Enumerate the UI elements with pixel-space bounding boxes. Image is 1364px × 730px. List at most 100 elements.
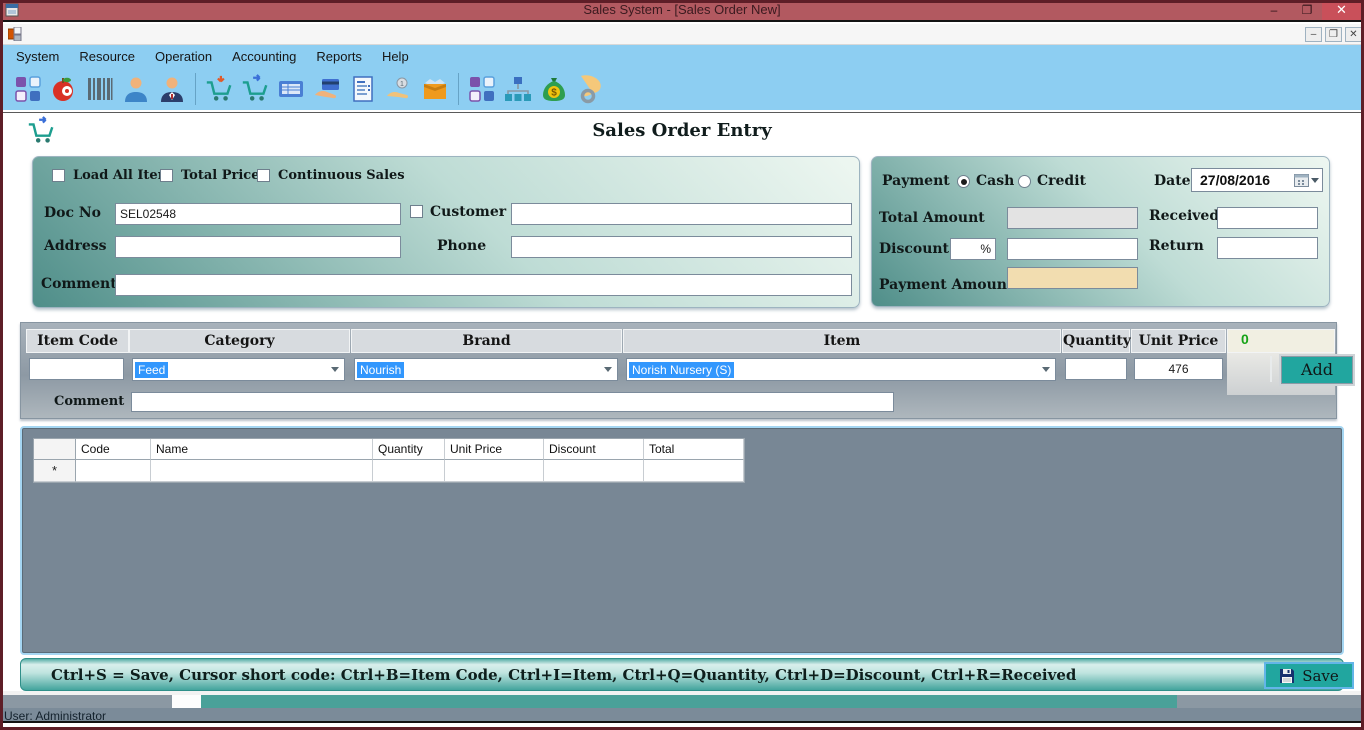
total-price-label: Total Price	[181, 168, 260, 183]
quantity-header: Quantity	[1062, 329, 1130, 353]
order-grid-panel: Code Name Quantity Unit Price Discount T…	[20, 426, 1344, 655]
new-row-marker: *	[34, 460, 76, 482]
item-comment-label: Comment	[54, 394, 124, 409]
invoice-card-icon[interactable]	[276, 74, 306, 104]
horizontal-scrollbar[interactable]	[0, 695, 1364, 708]
barcode-icon[interactable]	[85, 74, 115, 104]
comment-input[interactable]	[115, 274, 852, 296]
chevron-down-icon	[331, 367, 339, 372]
order-items-grid[interactable]: Code Name Quantity Unit Price Discount T…	[33, 438, 745, 483]
item-comment-input[interactable]	[131, 392, 894, 412]
received-input[interactable]	[1217, 207, 1318, 229]
add-button[interactable]: Add	[1281, 356, 1353, 384]
brand-select[interactable]: Nourish	[354, 358, 618, 381]
col-total[interactable]: Total	[644, 439, 744, 460]
hand-credit-card-icon[interactable]	[312, 74, 342, 104]
mdi-close-button[interactable]: ✕	[1345, 27, 1362, 42]
discount-percent-input[interactable]	[950, 238, 996, 260]
item-entry-panel: Item Code Category Brand Item Quantity U…	[20, 322, 1337, 419]
grid-cell[interactable]	[151, 460, 373, 482]
chevron-down-icon	[604, 367, 612, 372]
cash-label: Cash	[976, 173, 1014, 189]
doc-no-input[interactable]	[115, 203, 401, 225]
window-title: Sales System - [Sales Order New]	[0, 2, 1364, 17]
menu-operation[interactable]: Operation	[145, 47, 222, 66]
receipt-list-icon[interactable]	[348, 74, 378, 104]
item-select[interactable]: Norish Nursery (S)	[626, 358, 1056, 381]
address-label: Address	[44, 238, 107, 254]
grid-cell[interactable]	[644, 460, 744, 482]
customer-input[interactable]	[511, 203, 852, 225]
total-price-checkbox[interactable]	[160, 169, 173, 182]
menu-help[interactable]: Help	[372, 47, 419, 66]
maximize-button[interactable]: ❐	[1292, 0, 1322, 20]
scrollbar-track-right[interactable]	[201, 695, 1177, 708]
cart-arrow-right-icon[interactable]	[240, 74, 270, 104]
customer-person-icon[interactable]	[121, 74, 151, 104]
cash-radio[interactable]	[957, 175, 970, 188]
close-button[interactable]: ✕	[1322, 0, 1361, 20]
menu-reports[interactable]: Reports	[306, 47, 372, 66]
discount-amount-input[interactable]	[1007, 238, 1138, 260]
apple-item-icon[interactable]	[49, 74, 79, 104]
category-header: Category	[129, 329, 350, 353]
category-blocks-icon[interactable]	[13, 74, 43, 104]
load-all-item-checkbox[interactable]	[52, 169, 65, 182]
item-value: Norish Nursery (S)	[629, 362, 734, 378]
col-unit-price[interactable]: Unit Price	[445, 439, 544, 460]
hand-ring-icon[interactable]	[575, 74, 605, 104]
svg-text:1: 1	[400, 81, 404, 88]
mdi-minimize-button[interactable]: –	[1305, 27, 1322, 42]
employee-person-icon[interactable]	[157, 74, 187, 104]
menu-accounting[interactable]: Accounting	[222, 47, 306, 66]
col-name[interactable]: Name	[151, 439, 373, 460]
address-input[interactable]	[115, 236, 401, 258]
tool-bar: 1 $	[0, 67, 1364, 110]
credit-radio[interactable]	[1018, 175, 1031, 188]
total-amount-input	[1007, 207, 1138, 229]
hierarchy-icon[interactable]	[503, 74, 533, 104]
brand-value: Nourish	[357, 362, 404, 378]
date-picker[interactable]: 27/08/2016	[1191, 168, 1323, 192]
grid-cell[interactable]	[76, 460, 151, 482]
grid-cell[interactable]	[445, 460, 544, 482]
scrollbar-thumb[interactable]	[172, 695, 201, 708]
status-bar: User: Administrator	[0, 708, 1364, 723]
app-window: Sales System - [Sales Order New] – ❐ ✕ –…	[0, 0, 1364, 730]
payment-amount-label: Payment Amount	[879, 277, 1013, 293]
quantity-input[interactable]	[1065, 358, 1127, 380]
minimize-button[interactable]: –	[1258, 0, 1290, 20]
item-header: Item	[623, 329, 1061, 353]
item-code-input[interactable]	[29, 358, 124, 380]
scrollbar-track-end[interactable]	[1177, 695, 1364, 708]
order-header-panel: Load All Item Total Price Continuous Sal…	[32, 156, 860, 308]
hand-coin-icon[interactable]: 1	[384, 74, 414, 104]
continuous-sales-label: Continuous Sales	[278, 168, 405, 183]
stock-box-icon[interactable]	[420, 74, 450, 104]
category-blocks-2-icon[interactable]	[467, 74, 497, 104]
menu-system[interactable]: System	[6, 47, 69, 66]
return-input[interactable]	[1217, 237, 1318, 259]
item-code-header: Item Code	[26, 329, 129, 353]
col-code[interactable]: Code	[76, 439, 151, 460]
money-bag-icon[interactable]: $	[539, 74, 569, 104]
received-label: Received	[1149, 208, 1219, 224]
phone-input[interactable]	[511, 236, 852, 258]
grid-cell[interactable]	[373, 460, 445, 482]
cart-arrow-down-icon[interactable]	[204, 74, 234, 104]
mdi-restore-button[interactable]: ❐	[1325, 27, 1342, 42]
col-discount[interactable]: Discount	[544, 439, 644, 460]
scrollbar-track-left[interactable]	[0, 695, 172, 708]
unit-price-input[interactable]	[1134, 358, 1223, 380]
save-button[interactable]: Save	[1264, 662, 1354, 689]
grid-cell[interactable]	[544, 460, 644, 482]
title-bar[interactable]: Sales System - [Sales Order New] – ❐ ✕	[0, 0, 1364, 22]
calendar-icon[interactable]	[1294, 174, 1319, 187]
customer-checkbox[interactable]	[410, 205, 423, 218]
category-select[interactable]: Feed	[132, 358, 345, 381]
comment-label: Comment	[41, 276, 117, 292]
col-quantity[interactable]: Quantity	[373, 439, 445, 460]
continuous-sales-checkbox[interactable]	[257, 169, 270, 182]
menu-resource[interactable]: Resource	[69, 47, 145, 66]
payment-amount-input[interactable]	[1007, 267, 1138, 289]
